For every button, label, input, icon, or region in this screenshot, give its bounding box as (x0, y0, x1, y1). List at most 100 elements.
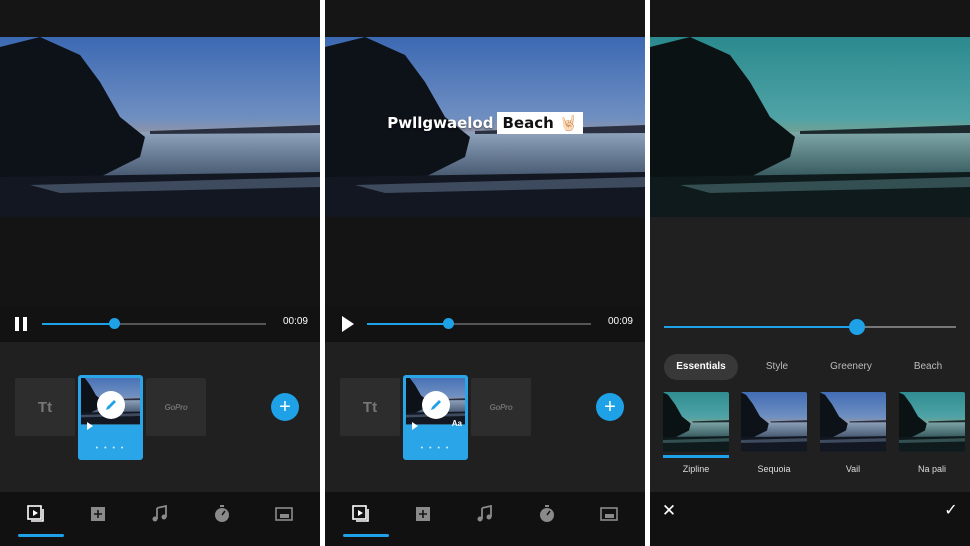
plus-icon: + (279, 396, 291, 418)
filter-name: Vail (845, 464, 861, 474)
gopro-logo: GoPro (489, 402, 513, 412)
gopro-logo: GoPro (164, 402, 188, 412)
pause-button[interactable] (12, 313, 32, 335)
video-preview[interactable]: Pwllgwaelod Beach 🤘🏻 (325, 37, 645, 217)
video-preview[interactable] (650, 37, 970, 217)
close-icon[interactable]: ✕ (660, 502, 678, 520)
title-card-label: Tt (37, 398, 53, 416)
add-clip-icon (416, 507, 430, 521)
confirm-check-icon[interactable]: ✓ (942, 502, 960, 520)
filter-panel: Essentials Style Greenery Beach Zipline … (650, 217, 970, 497)
add-clip-button[interactable]: + (596, 393, 624, 421)
tab-music[interactable] (128, 492, 192, 546)
filter-vail[interactable]: Vail (820, 392, 886, 476)
clip-play-icon (412, 422, 418, 430)
overlay-word-1: Pwllgwaelod (387, 114, 494, 132)
selected-clip[interactable]: Aa • • • • (403, 375, 468, 460)
playback-time: 00:09 (607, 316, 633, 327)
title-card-label: Tt (362, 398, 378, 416)
video-area-background (0, 217, 320, 307)
filter-intensity-slider[interactable] (664, 319, 956, 335)
gopro-outro-tile[interactable]: GoPro (471, 378, 531, 436)
playback-bar: 00:09 (0, 306, 320, 342)
video-preview[interactable] (0, 37, 320, 217)
speed-icon (540, 505, 554, 522)
filter-action-bar: ✕ ✓ (650, 492, 970, 546)
scrubber-handle[interactable] (442, 318, 454, 329)
slider-handle[interactable] (848, 319, 865, 335)
pause-icon (15, 317, 27, 331)
playback-time: 00:09 (282, 316, 308, 327)
gopro-outro-tile[interactable]: GoPro (146, 378, 206, 436)
playback-scrubber[interactable] (367, 318, 591, 329)
filter-name: Sequoia (757, 464, 791, 474)
text-screen: Pwllgwaelod Beach 🤘🏻 00:09 Tt Aa • • • •… (325, 0, 645, 546)
clip-play-icon (87, 422, 93, 430)
active-tab-indicator (343, 534, 389, 537)
pencil-icon (431, 400, 441, 410)
filter-thumbnail (663, 392, 729, 455)
scrubber-handle[interactable] (108, 318, 120, 329)
slider-fill (664, 326, 857, 328)
scrubber-fill (367, 323, 448, 325)
music-icon (152, 505, 167, 522)
tab-speed[interactable] (190, 492, 254, 546)
bottom-nav (0, 492, 320, 546)
plus-icon: + (604, 396, 616, 418)
video-area-background (325, 217, 645, 307)
rock-hand-emoji: 🤘🏻 (559, 114, 578, 132)
tab-music[interactable] (453, 492, 517, 546)
pencil-icon (106, 400, 116, 410)
clip-drag-dots[interactable]: • • • • (78, 445, 143, 452)
edit-clip-button[interactable] (422, 391, 450, 419)
title-card-tile[interactable]: Tt (15, 378, 75, 436)
tab-format[interactable] (252, 492, 316, 546)
title-overlay[interactable]: Pwllgwaelod Beach 🤘🏻 (325, 112, 645, 134)
tab-style[interactable]: Style (750, 354, 804, 380)
play-icon (342, 316, 354, 332)
add-clip-button[interactable]: + (271, 393, 299, 421)
edit-clip-button[interactable] (97, 391, 125, 419)
active-tab-indicator (18, 534, 64, 537)
clip-drag-dots[interactable]: • • • • (403, 445, 468, 452)
trim-screen: 00:09 Tt • • • • GoPro + (0, 0, 320, 546)
filter-thumbnail (820, 392, 886, 455)
media-icon (352, 505, 369, 522)
music-icon (477, 505, 492, 522)
tab-greenery[interactable]: Greenery (818, 354, 884, 380)
filter-categories: Essentials Style Greenery Beach (650, 354, 970, 380)
playback-bar: 00:09 (325, 306, 645, 342)
tab-add-clip[interactable] (66, 492, 130, 546)
media-icon (27, 505, 44, 522)
tab-add-clip[interactable] (391, 492, 455, 546)
clip-text-badge: Aa (451, 419, 462, 428)
filter-thumbnail (741, 392, 807, 455)
bottom-nav (325, 492, 645, 546)
filter-name: Na pali (917, 464, 946, 474)
playback-scrubber[interactable] (42, 318, 266, 329)
filter-na-pali[interactable]: Na pali (899, 392, 965, 476)
clip-timeline: Tt Aa • • • • GoPro + (325, 342, 645, 492)
clip-timeline: Tt • • • • GoPro + (0, 342, 320, 492)
tab-format[interactable] (577, 492, 641, 546)
filter-name: Zipline (682, 464, 710, 474)
add-clip-icon (91, 507, 105, 521)
scrubber-fill (42, 323, 114, 325)
tab-beach[interactable]: Beach (900, 354, 956, 380)
selected-filter-indicator (663, 455, 729, 458)
overlay-word-2: Beach (502, 114, 554, 132)
tab-essentials[interactable]: Essentials (664, 354, 738, 380)
title-card-tile[interactable]: Tt (340, 378, 400, 436)
tab-media[interactable] (329, 492, 393, 546)
tab-speed[interactable] (515, 492, 579, 546)
filter-sequoia[interactable]: Sequoia (741, 392, 807, 476)
speed-icon (215, 505, 229, 522)
play-button[interactable] (337, 313, 357, 335)
overlay-word-2-box: Beach 🤘🏻 (497, 112, 583, 134)
tab-media[interactable] (4, 492, 68, 546)
selected-clip[interactable]: • • • • (78, 375, 143, 460)
filter-thumbnail (899, 392, 965, 455)
format-icon (275, 507, 293, 521)
filters-screen: Essentials Style Greenery Beach Zipline … (650, 0, 970, 546)
filter-zipline[interactable]: Zipline (663, 392, 729, 476)
